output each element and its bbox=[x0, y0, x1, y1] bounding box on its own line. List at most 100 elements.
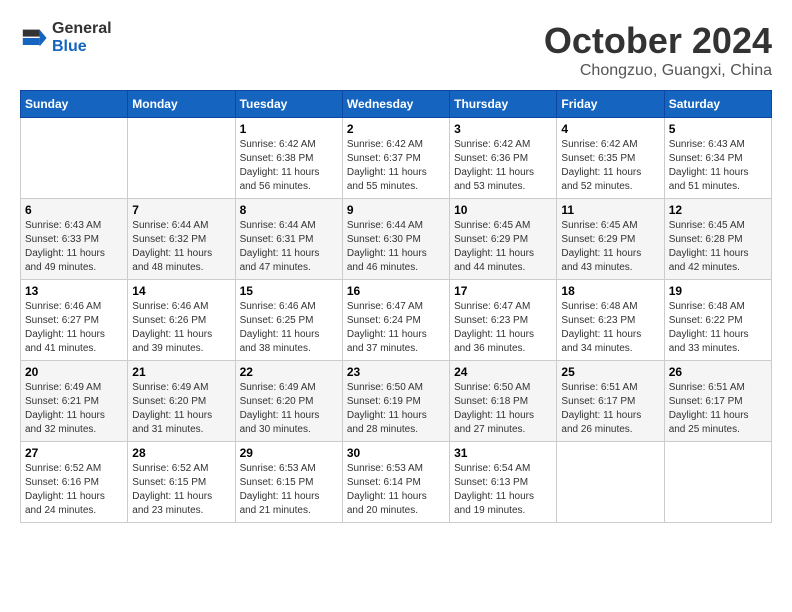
calendar-cell: 20 Sunrise: 6:49 AM Sunset: 6:21 PM Dayli… bbox=[21, 361, 128, 442]
day-info: Sunrise: 6:50 AM Sunset: 6:19 PM Dayligh… bbox=[347, 381, 445, 437]
day-info: Sunrise: 6:43 AM Sunset: 6:34 PM Dayligh… bbox=[669, 138, 767, 194]
calendar-cell: 6 Sunrise: 6:43 AM Sunset: 6:33 PM Daylig… bbox=[21, 199, 128, 280]
calendar-cell: 10Sunrise: 6:45 AM Sunset: 6:29 PM Dayli… bbox=[450, 199, 557, 280]
day-number: 28 bbox=[132, 446, 230, 460]
calendar-cell: 29 Sunrise: 6:53 AM Sunset: 6:15 PM Dayli… bbox=[235, 442, 342, 523]
day-number: 15 bbox=[240, 284, 338, 298]
calendar-cell: 15Sunrise: 6:46 AM Sunset: 6:25 PM Dayli… bbox=[235, 280, 342, 361]
day-number: 7 bbox=[132, 203, 230, 217]
calendar-cell: 25 Sunrise: 6:51 AM Sunset: 6:17 PM Dayli… bbox=[557, 361, 664, 442]
calendar-cell: 4Sunrise: 6:42 AM Sunset: 6:35 PM Daylig… bbox=[557, 118, 664, 199]
day-number: 16 bbox=[347, 284, 445, 298]
day-info: Sunrise: 6:49 AM Sunset: 6:21 PM Dayligh… bbox=[25, 381, 123, 437]
day-info: Sunrise: 6:42 AM Sunset: 6:38 PM Dayligh… bbox=[240, 138, 338, 194]
calendar-day-header: Friday bbox=[557, 91, 664, 118]
day-info: Sunrise: 6:44 AM Sunset: 6:31 PM Dayligh… bbox=[240, 219, 338, 275]
calendar-cell: 3 Sunrise: 6:42 AM Sunset: 6:36 PM Daylig… bbox=[450, 118, 557, 199]
logo-blue-text: Blue bbox=[52, 38, 112, 56]
calendar-cell: 8 Sunrise: 6:44 AM Sunset: 6:31 PM Daylig… bbox=[235, 199, 342, 280]
calendar-cell: 30 Sunrise: 6:53 AM Sunset: 6:14 PM Dayli… bbox=[342, 442, 449, 523]
day-info: Sunrise: 6:53 AM Sunset: 6:15 PM Dayligh… bbox=[240, 462, 338, 518]
day-info: Sunrise: 6:43 AM Sunset: 6:33 PM Dayligh… bbox=[25, 219, 123, 275]
day-info: Sunrise: 6:45 AM Sunset: 6:29 PM Dayligh… bbox=[561, 219, 659, 275]
calendar-day-header: Saturday bbox=[664, 91, 771, 118]
day-info: Sunrise: 6:51 AM Sunset: 6:17 PM Dayligh… bbox=[561, 381, 659, 437]
calendar-week-row: 20 Sunrise: 6:49 AM Sunset: 6:21 PM Dayli… bbox=[21, 361, 772, 442]
calendar-day-header: Wednesday bbox=[342, 91, 449, 118]
day-info: Sunrise: 6:48 AM Sunset: 6:23 PM Dayligh… bbox=[561, 300, 659, 356]
calendar-cell: 19 Sunrise: 6:48 AM Sunset: 6:22 PM Dayli… bbox=[664, 280, 771, 361]
day-number: 17 bbox=[454, 284, 552, 298]
calendar-cell: 5 Sunrise: 6:43 AM Sunset: 6:34 PM Daylig… bbox=[664, 118, 771, 199]
day-number: 24 bbox=[454, 365, 552, 379]
day-number: 8 bbox=[240, 203, 338, 217]
day-number: 14 bbox=[132, 284, 230, 298]
calendar-week-row: 6 Sunrise: 6:43 AM Sunset: 6:33 PM Daylig… bbox=[21, 199, 772, 280]
calendar-cell: 11 Sunrise: 6:45 AM Sunset: 6:29 PM Dayli… bbox=[557, 199, 664, 280]
logo-general-text: General bbox=[52, 20, 112, 38]
logo-text: General Blue bbox=[52, 20, 112, 55]
calendar-cell: 27Sunrise: 6:52 AM Sunset: 6:16 PM Dayli… bbox=[21, 442, 128, 523]
day-info: Sunrise: 6:46 AM Sunset: 6:26 PM Dayligh… bbox=[132, 300, 230, 356]
calendar-cell: 2Sunrise: 6:42 AM Sunset: 6:37 PM Daylig… bbox=[342, 118, 449, 199]
day-info: Sunrise: 6:51 AM Sunset: 6:17 PM Dayligh… bbox=[669, 381, 767, 437]
day-number: 5 bbox=[669, 122, 767, 136]
location: Chongzuo, Guangxi, China bbox=[544, 62, 772, 80]
day-number: 3 bbox=[454, 122, 552, 136]
logo: General Blue bbox=[20, 20, 112, 55]
day-info: Sunrise: 6:48 AM Sunset: 6:22 PM Dayligh… bbox=[669, 300, 767, 356]
day-info: Sunrise: 6:54 AM Sunset: 6:13 PM Dayligh… bbox=[454, 462, 552, 518]
calendar-cell: 12 Sunrise: 6:45 AM Sunset: 6:28 PM Dayli… bbox=[664, 199, 771, 280]
day-number: 6 bbox=[25, 203, 123, 217]
calendar-day-header: Sunday bbox=[21, 91, 128, 118]
day-info: Sunrise: 6:49 AM Sunset: 6:20 PM Dayligh… bbox=[132, 381, 230, 437]
day-number: 13 bbox=[25, 284, 123, 298]
month-title: October 2024 bbox=[544, 20, 772, 62]
calendar-cell: 16 Sunrise: 6:47 AM Sunset: 6:24 PM Dayli… bbox=[342, 280, 449, 361]
day-number: 31 bbox=[454, 446, 552, 460]
calendar-week-row: 27Sunrise: 6:52 AM Sunset: 6:16 PM Dayli… bbox=[21, 442, 772, 523]
day-info: Sunrise: 6:50 AM Sunset: 6:18 PM Dayligh… bbox=[454, 381, 552, 437]
day-number: 4 bbox=[561, 122, 659, 136]
calendar-day-header: Thursday bbox=[450, 91, 557, 118]
calendar-cell bbox=[21, 118, 128, 199]
day-number: 20 bbox=[25, 365, 123, 379]
calendar-cell: 7 Sunrise: 6:44 AM Sunset: 6:32 PM Daylig… bbox=[128, 199, 235, 280]
day-number: 25 bbox=[561, 365, 659, 379]
calendar-cell: 31 Sunrise: 6:54 AM Sunset: 6:13 PM Dayli… bbox=[450, 442, 557, 523]
calendar-table: SundayMondayTuesdayWednesdayThursdayFrid… bbox=[20, 90, 772, 523]
calendar-day-header: Monday bbox=[128, 91, 235, 118]
calendar-cell: 28Sunrise: 6:52 AM Sunset: 6:15 PM Dayli… bbox=[128, 442, 235, 523]
day-number: 23 bbox=[347, 365, 445, 379]
day-number: 11 bbox=[561, 203, 659, 217]
logo-icon bbox=[20, 24, 48, 52]
title-block: October 2024 Chongzuo, Guangxi, China bbox=[544, 20, 772, 80]
day-number: 22 bbox=[240, 365, 338, 379]
calendar-cell: 23 Sunrise: 6:50 AM Sunset: 6:19 PM Dayli… bbox=[342, 361, 449, 442]
calendar-header-row: SundayMondayTuesdayWednesdayThursdayFrid… bbox=[21, 91, 772, 118]
day-info: Sunrise: 6:44 AM Sunset: 6:30 PM Dayligh… bbox=[347, 219, 445, 275]
day-info: Sunrise: 6:52 AM Sunset: 6:16 PM Dayligh… bbox=[25, 462, 123, 518]
day-info: Sunrise: 6:45 AM Sunset: 6:28 PM Dayligh… bbox=[669, 219, 767, 275]
day-info: Sunrise: 6:46 AM Sunset: 6:27 PM Dayligh… bbox=[25, 300, 123, 356]
day-info: Sunrise: 6:44 AM Sunset: 6:32 PM Dayligh… bbox=[132, 219, 230, 275]
day-info: Sunrise: 6:42 AM Sunset: 6:36 PM Dayligh… bbox=[454, 138, 552, 194]
calendar-cell: 1Sunrise: 6:42 AM Sunset: 6:38 PM Daylig… bbox=[235, 118, 342, 199]
day-number: 10 bbox=[454, 203, 552, 217]
day-number: 19 bbox=[669, 284, 767, 298]
calendar-cell: 26Sunrise: 6:51 AM Sunset: 6:17 PM Dayli… bbox=[664, 361, 771, 442]
calendar-cell: 18Sunrise: 6:48 AM Sunset: 6:23 PM Dayli… bbox=[557, 280, 664, 361]
day-info: Sunrise: 6:47 AM Sunset: 6:24 PM Dayligh… bbox=[347, 300, 445, 356]
day-number: 12 bbox=[669, 203, 767, 217]
day-info: Sunrise: 6:53 AM Sunset: 6:14 PM Dayligh… bbox=[347, 462, 445, 518]
calendar-cell: 14 Sunrise: 6:46 AM Sunset: 6:26 PM Dayli… bbox=[128, 280, 235, 361]
page-header: General Blue October 2024 Chongzuo, Guan… bbox=[20, 20, 772, 80]
calendar-week-row: 13 Sunrise: 6:46 AM Sunset: 6:27 PM Dayli… bbox=[21, 280, 772, 361]
day-number: 29 bbox=[240, 446, 338, 460]
calendar-week-row: 1Sunrise: 6:42 AM Sunset: 6:38 PM Daylig… bbox=[21, 118, 772, 199]
calendar-cell bbox=[664, 442, 771, 523]
calendar-cell: 24 Sunrise: 6:50 AM Sunset: 6:18 PM Dayli… bbox=[450, 361, 557, 442]
day-number: 30 bbox=[347, 446, 445, 460]
calendar-cell: 21Sunrise: 6:49 AM Sunset: 6:20 PM Dayli… bbox=[128, 361, 235, 442]
day-info: Sunrise: 6:42 AM Sunset: 6:37 PM Dayligh… bbox=[347, 138, 445, 194]
